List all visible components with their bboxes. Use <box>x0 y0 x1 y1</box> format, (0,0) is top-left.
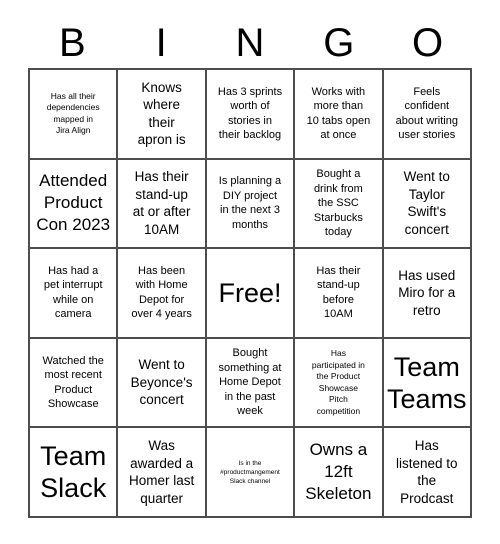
bingo-cell[interactable]: Went to Taylor Swift's concert <box>383 159 472 250</box>
bingo-cell-label: Free! <box>218 277 282 308</box>
bingo-cell-label: Has participated in the Product Showcase… <box>311 348 365 416</box>
header-letter-g: G <box>323 21 355 65</box>
bingo-cell-label: Has listened to the Prodcast <box>396 438 458 506</box>
bingo-cell-label: Bought a drink from the SSC Starbucks to… <box>313 168 363 239</box>
bingo-cell-label: Team Teams <box>387 351 467 414</box>
bingo-cell[interactable]: Has their stand-up at or after 10AM <box>118 159 207 250</box>
bingo-cell-label: Went to Taylor Swift's concert <box>403 169 450 237</box>
bingo-cell[interactable]: Feels confident about writing user stori… <box>383 70 472 160</box>
bingo-cell-label: Watched the most recent Product Showcase <box>42 354 104 411</box>
bingo-cell[interactable]: Is planning a DIY project in the next 3 … <box>206 159 296 250</box>
bingo-cell[interactable]: Attended Product Con 2023 <box>30 159 119 250</box>
bingo-cell-label: Bought something at Home Depot in the pa… <box>218 347 282 418</box>
bingo-cell-label: Has been with Home Depot for over 4 year… <box>131 264 192 321</box>
bingo-cell-label: Was awarded a Homer last quarter <box>128 438 195 506</box>
bingo-cell[interactable]: Has used Miro for a retro <box>383 249 472 339</box>
bingo-cell-label: Knows where their apron is <box>137 79 186 148</box>
bingo-grid: Has all their dependencies mapped in Jir… <box>28 68 472 518</box>
bingo-cell[interactable]: Has their stand-up before 10AM <box>295 249 384 339</box>
bingo-cell[interactable]: Has participated in the Product Showcase… <box>295 338 384 429</box>
bingo-cell-label: Is planning a DIY project in the next 3 … <box>218 175 282 231</box>
bingo-cell-label: Attended Product Con 2023 <box>36 171 111 235</box>
bingo-card: B I N G O Has all their dependencies map… <box>0 0 500 544</box>
bingo-cell-label: Owns a 12ft Skeleton <box>305 440 372 504</box>
bingo-cell-label: Went to Beyonce's concert <box>130 357 193 408</box>
bingo-cell-label: Has all their dependencies mapped in Jir… <box>46 90 100 136</box>
bingo-cell[interactable]: Is in the #productmangement Slack channe… <box>206 428 296 518</box>
bingo-cell-free[interactable]: Free! <box>206 249 296 339</box>
bingo-cell[interactable]: Bought a drink from the SSC Starbucks to… <box>295 159 384 250</box>
bingo-cell[interactable]: Has 3 sprints worth of stories in their … <box>206 70 296 160</box>
bingo-cell-label: Feels confident about writing user stori… <box>395 85 458 142</box>
bingo-cell-label: Is in the #productmangement Slack channe… <box>220 459 280 485</box>
header-letter-n: N <box>235 21 265 65</box>
header-letter-i: I <box>155 21 167 65</box>
bingo-cell-label: Has used Miro for a retro <box>398 267 456 318</box>
bingo-cell[interactable]: Works with more than 10 tabs open at onc… <box>295 70 384 160</box>
bingo-cell[interactable]: Has had a pet interrupt while on camera <box>30 249 119 339</box>
bingo-cell-label: Has their stand-up at or after 10AM <box>132 169 191 237</box>
bingo-cell[interactable]: Bought something at Home Depot in the pa… <box>206 338 296 429</box>
bingo-cell-label: Works with more than 10 tabs open at onc… <box>306 85 371 142</box>
header-letter-b: B <box>59 21 86 65</box>
bingo-cell-label: Team Slack <box>40 441 107 504</box>
bingo-cell-label: Has their stand-up before 10AM <box>316 264 361 321</box>
bingo-cell[interactable]: Team Teams <box>383 338 472 429</box>
bingo-header: B I N G O <box>28 18 472 68</box>
header-letter-o: O <box>412 21 444 65</box>
bingo-cell[interactable]: Knows where their apron is <box>118 70 207 160</box>
bingo-cell[interactable]: Owns a 12ft Skeleton <box>295 428 384 518</box>
bingo-cell-label: Has 3 sprints worth of stories in their … <box>217 85 283 142</box>
bingo-cell[interactable]: Went to Beyonce's concert <box>118 338 207 429</box>
bingo-cell[interactable]: Was awarded a Homer last quarter <box>118 428 207 518</box>
bingo-cell[interactable]: Team Slack <box>30 428 119 518</box>
bingo-cell[interactable]: Has all their dependencies mapped in Jir… <box>30 70 119 160</box>
bingo-cell[interactable]: Has been with Home Depot for over 4 year… <box>118 249 207 339</box>
bingo-cell-label: Has had a pet interrupt while on camera <box>43 264 103 321</box>
bingo-cell[interactable]: Watched the most recent Product Showcase <box>30 338 119 429</box>
bingo-cell[interactable]: Has listened to the Prodcast <box>383 428 472 518</box>
